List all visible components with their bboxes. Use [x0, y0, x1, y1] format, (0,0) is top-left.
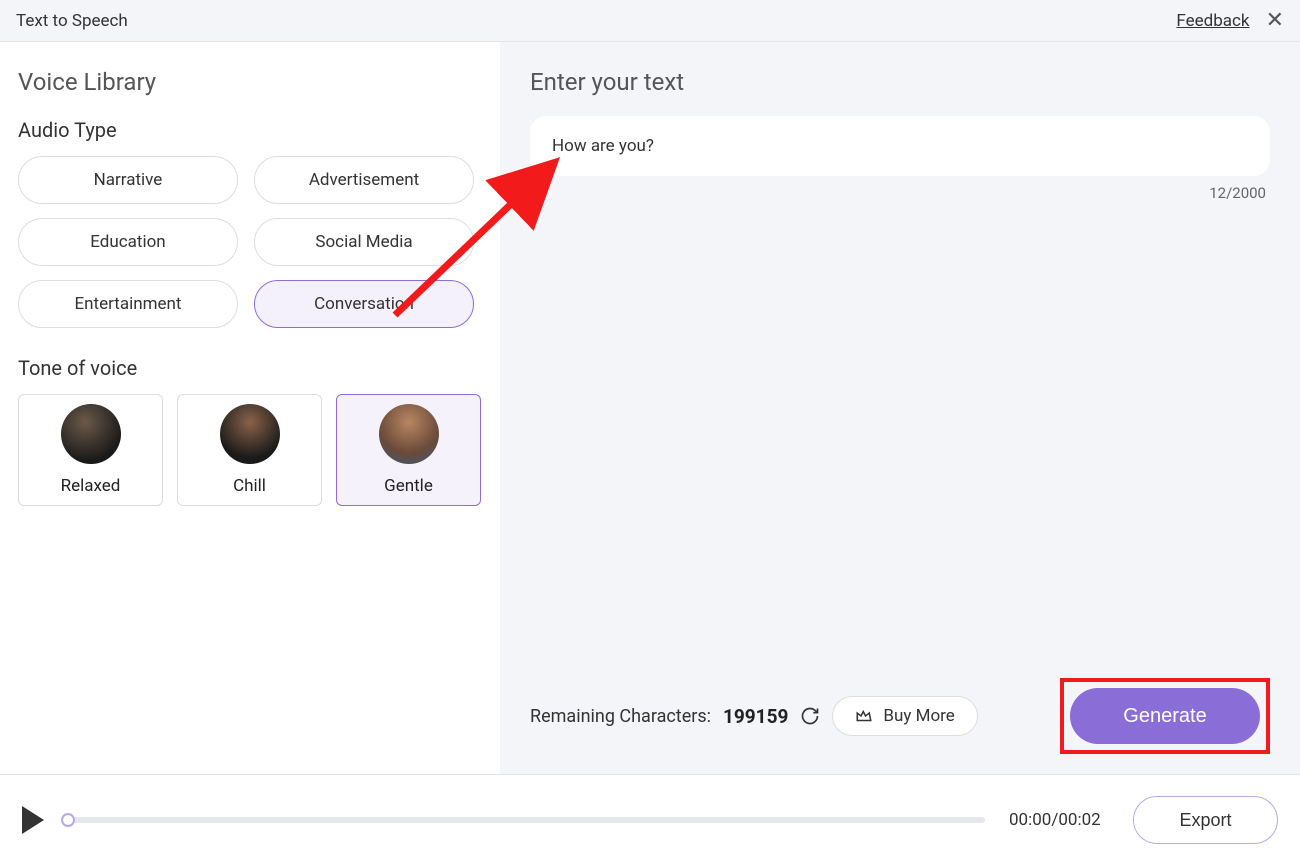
tone-grid: Relaxed Chill Gentle: [18, 394, 482, 506]
generate-button[interactable]: Generate: [1070, 688, 1260, 744]
refresh-icon[interactable]: [800, 706, 820, 726]
tone-label: Chill: [233, 476, 266, 496]
tone-chill[interactable]: Chill: [177, 394, 322, 506]
player-bar: 00:00/00:02 Export: [0, 775, 1300, 865]
avatar-icon: [379, 404, 439, 464]
buy-more-label: Buy More: [883, 706, 954, 726]
text-box-wrap: How are you? 12/2000: [530, 116, 1270, 176]
generate-highlight: Generate: [1060, 678, 1270, 754]
tone-gentle[interactable]: Gentle: [336, 394, 481, 506]
voice-library-title: Voice Library: [18, 68, 482, 96]
remaining-label: Remaining Characters:: [530, 706, 711, 727]
audio-type-social-media[interactable]: Social Media: [254, 218, 474, 266]
audio-type-title: Audio Type: [18, 118, 482, 142]
avatar-icon: [61, 404, 121, 464]
close-icon[interactable]: ✕: [1266, 10, 1284, 32]
remaining-group: Remaining Characters: 199159 Buy More: [530, 696, 978, 736]
progress-track[interactable]: [68, 817, 985, 823]
text-input[interactable]: How are you?: [530, 116, 1270, 176]
tone-relaxed[interactable]: Relaxed: [18, 394, 163, 506]
tone-title: Tone of voice: [18, 356, 482, 380]
audio-type-conversation[interactable]: Conversation: [254, 280, 474, 328]
app-title: Text to Speech: [16, 11, 128, 31]
audio-type-entertainment[interactable]: Entertainment: [18, 280, 238, 328]
audio-type-grid: Narrative Advertisement Education Social…: [18, 156, 482, 328]
remaining-count: 199159: [723, 705, 788, 728]
char-count: 12/2000: [1209, 184, 1266, 202]
audio-type-narrative[interactable]: Narrative: [18, 156, 238, 204]
tone-label: Gentle: [384, 476, 433, 496]
audio-type-education[interactable]: Education: [18, 218, 238, 266]
header-bar: Text to Speech Feedback ✕: [0, 0, 1300, 42]
buy-more-button[interactable]: Buy More: [832, 696, 977, 736]
tone-label: Relaxed: [61, 476, 121, 496]
header-right: Feedback ✕: [1176, 10, 1284, 32]
main-area: Voice Library Audio Type Narrative Adver…: [0, 42, 1300, 775]
progress-thumb[interactable]: [61, 813, 75, 827]
audio-type-advertisement[interactable]: Advertisement: [254, 156, 474, 204]
play-icon: [22, 806, 44, 834]
feedback-link[interactable]: Feedback: [1176, 11, 1249, 31]
export-button[interactable]: Export: [1133, 796, 1278, 844]
time-label: 00:00/00:02: [1009, 810, 1109, 830]
avatar-icon: [220, 404, 280, 464]
bottom-row: Remaining Characters: 199159 Buy More Ge…: [530, 678, 1270, 754]
track-wrap: [68, 817, 985, 823]
crown-icon: [855, 707, 873, 725]
left-panel: Voice Library Audio Type Narrative Adver…: [0, 42, 500, 774]
play-button[interactable]: [22, 806, 44, 834]
enter-text-title: Enter your text: [530, 68, 1270, 96]
right-panel: Enter your text How are you? 12/2000 Rem…: [500, 42, 1300, 774]
